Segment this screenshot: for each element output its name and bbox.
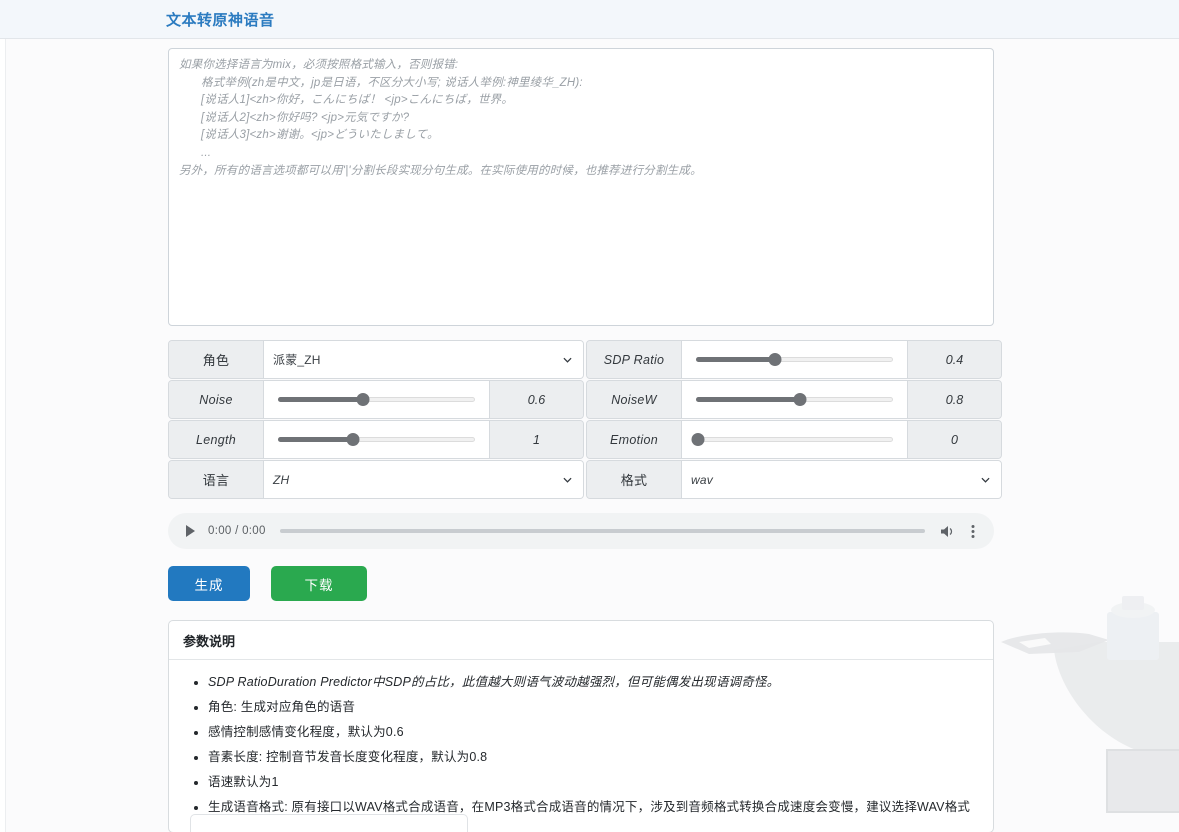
chevron-down-icon — [563, 477, 572, 483]
emotion-value: 0 — [907, 421, 1001, 458]
emotion-label: Emotion — [587, 421, 681, 458]
slider-fill — [696, 357, 775, 362]
length-slider[interactable] — [263, 421, 489, 458]
play-icon[interactable] — [182, 523, 198, 539]
parameter-description-panel: 参数说明 SDP RatioDuration Predictor中SDP的占比，… — [168, 620, 994, 832]
parameter-list: SDP RatioDuration Predictor中SDP的占比，此值越大则… — [169, 670, 993, 820]
bottom-card-peek — [190, 814, 468, 832]
slider-track — [696, 437, 893, 442]
noise-value: 0.6 — [489, 381, 583, 418]
list-item: 角色: 生成对应角色的语音 — [208, 695, 993, 720]
kebab-menu-icon[interactable] — [966, 523, 980, 540]
page-root: 文本转原神语音 如果你选择语言为mix，必须按照格式输入，否则报错: 格式举例(… — [0, 0, 1179, 832]
emotion-slider[interactable] — [681, 421, 907, 458]
main-content: 如果你选择语言为mix，必须按照格式输入，否则报错: 格式举例(zh是中文，jp… — [168, 48, 1002, 832]
control-sdp-ratio: SDP Ratio 0.4 — [586, 340, 1002, 379]
generate-button[interactable]: 生成 — [168, 566, 250, 601]
placeholder-line: 格式举例(zh是中文，jp是日语，不区分大小写; 说话人举例:神里绫华_ZH): — [201, 76, 583, 89]
control-emotion: Emotion 0 — [586, 420, 1002, 459]
control-role: 角色 派蒙_ZH — [168, 340, 584, 379]
slider-thumb[interactable] — [691, 433, 705, 446]
sdp-ratio-slider[interactable] — [681, 341, 907, 378]
placeholder-line: [说话人1]<zh>你好，こんにちば！ <jp>こんにちば，世界。 — [201, 94, 514, 107]
volume-icon[interactable] — [939, 523, 956, 540]
control-noise: Noise 0.6 — [168, 380, 584, 419]
noisew-label: NoiseW — [587, 381, 681, 418]
placeholder-line: [说话人3]<zh>谢谢。<jp>どういたしまして。 — [201, 129, 439, 142]
audio-time-display: 0:00 / 0:00 — [208, 525, 266, 537]
language-select[interactable]: ZH — [263, 461, 583, 498]
panel-title: 参数说明 — [169, 621, 993, 660]
language-label: 语言 — [169, 461, 263, 498]
placeholder-line: ... — [201, 146, 212, 159]
page-title: 文本转原神语音 — [166, 12, 275, 29]
chevron-down-icon — [981, 477, 990, 483]
noise-label: Noise — [169, 381, 263, 418]
slider-fill — [278, 437, 353, 442]
placeholder-line: 另外，所有的语言选项都可以用'|'分割长段实现分句生成。在实际使用的时候，也推荐… — [179, 164, 702, 177]
audio-progress-bar[interactable] — [279, 529, 925, 533]
download-button[interactable]: 下载 — [271, 566, 367, 601]
slider-thumb[interactable] — [356, 393, 370, 406]
length-label: Length — [169, 421, 263, 458]
noisew-value: 0.8 — [907, 381, 1001, 418]
app-header: 文本转原神语音 — [0, 0, 1179, 39]
sdp-ratio-value: 0.4 — [907, 341, 1001, 378]
audio-player: 0:00 / 0:00 — [168, 513, 994, 549]
role-label: 角色 — [169, 341, 263, 378]
action-buttons: 生成 下载 — [168, 566, 994, 601]
slider-thumb[interactable] — [768, 353, 782, 366]
placeholder-line: 如果你选择语言为mix，必须按照格式输入，否则报错: — [179, 59, 459, 71]
control-noisew: NoiseW 0.8 — [586, 380, 1002, 419]
left-gutter — [0, 39, 6, 832]
noisew-slider[interactable] — [681, 381, 907, 418]
control-language: 语言 ZH — [168, 460, 584, 499]
format-select[interactable]: wav — [681, 461, 1001, 498]
length-value: 1 — [489, 421, 583, 458]
text-input-area[interactable]: 如果你选择语言为mix，必须按照格式输入，否则报错: 格式举例(zh是中文，jp… — [168, 48, 994, 326]
slider-thumb[interactable] — [346, 433, 360, 446]
control-format: 格式 wav — [586, 460, 1002, 499]
role-value: 派蒙_ZH — [273, 353, 321, 367]
language-value: ZH — [273, 472, 290, 487]
chevron-down-icon — [563, 357, 572, 363]
panel-body: SDP RatioDuration Predictor中SDP的占比，此值越大则… — [169, 660, 993, 832]
control-length: Length 1 — [168, 420, 584, 459]
controls-grid: 角色 派蒙_ZH SDP Ratio 0.4 Noise 0.6 NoiseW … — [168, 340, 1002, 499]
format-value: wav — [691, 472, 713, 487]
list-item: 语速默认为1 — [208, 770, 993, 795]
list-item: SDP RatioDuration Predictor中SDP的占比，此值越大则… — [208, 670, 993, 695]
noise-slider[interactable] — [263, 381, 489, 418]
slider-fill — [278, 397, 363, 402]
list-item: 感情控制感情变化程度，默认为0.6 — [208, 720, 993, 745]
format-label: 格式 — [587, 461, 681, 498]
role-select[interactable]: 派蒙_ZH — [263, 341, 583, 378]
list-item: 音素长度: 控制音节发音长度变化程度，默认为0.8 — [208, 745, 993, 770]
slider-thumb[interactable] — [793, 393, 807, 406]
slider-fill — [696, 397, 801, 402]
sdp-ratio-label: SDP Ratio — [587, 341, 681, 378]
placeholder-line: [说话人2]<zh>你好吗? <jp>元気ですか? — [201, 111, 410, 124]
